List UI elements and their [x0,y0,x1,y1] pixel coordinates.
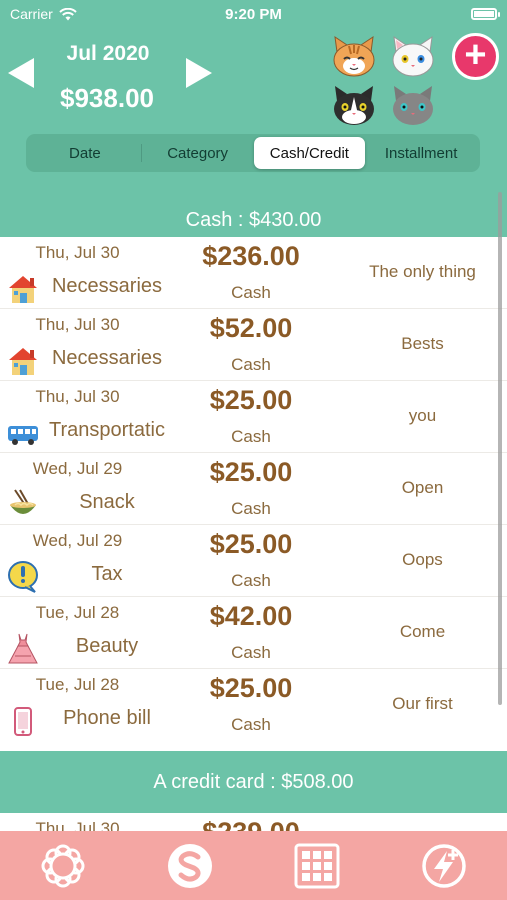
expense-list[interactable]: Cash : $430.00 Thu, Jul 30 Necessaries $… [0,203,507,831]
row-payment-method: Cash [231,499,271,518]
row-category: Transportatic [49,419,165,441]
carrier-label: Carrier [10,6,53,22]
monthly-total: $938.00 [60,83,154,113]
tab-calendar[interactable] [290,839,344,893]
expense-row[interactable]: Thu, Jul 30 Necessaries $236.00 Cash The… [0,237,507,309]
tab-flower[interactable] [36,839,90,893]
next-month-button[interactable] [186,58,212,88]
wifi-icon [59,7,77,20]
bus-icon [8,426,38,445]
lightning-plus-icon [421,843,466,888]
row-category: Phone bill [63,707,151,729]
row-category: Tax [91,563,123,585]
row-amount: $239.00 [180,817,322,831]
view-segmented-control: Date Category Cash/Credit Installment [26,134,480,172]
exclamation-bubble-icon [8,561,38,593]
segment-cash-credit[interactable]: Cash/Credit [253,137,366,169]
row-payment-method: Cash [231,355,271,374]
add-entry-button[interactable]: + [452,33,499,80]
row-category: Snack [79,491,135,513]
battery-icon [471,8,500,20]
row-amount: $25.00 [209,385,293,415]
plus-icon: + [464,34,487,76]
white-cat-icon[interactable] [388,34,438,78]
tab-quick-add[interactable] [417,839,471,893]
row-memo: you [408,406,437,425]
row-payment-method: Cash [231,643,271,662]
row-date: Wed, Jul 29 [32,459,123,478]
segment-category[interactable]: Category [142,137,254,169]
cash-rows: Thu, Jul 30 Necessaries $236.00 Cash The… [0,237,507,741]
tab-bar [0,831,507,900]
cash-group-header: Cash : $430.00 [0,203,507,237]
row-date: Thu, Jul 30 [35,387,120,406]
house-icon [9,276,37,303]
row-amount: $25.00 [209,673,293,703]
expense-row[interactable]: Thu, Jul 30 $239.00 [0,813,507,831]
expense-row[interactable]: Thu, Jul 30 Transportatic $25.00 Cash yo… [0,381,507,453]
row-category: Necessaries [51,275,163,297]
segment-date[interactable]: Date [29,137,141,169]
row-amount: $42.00 [209,601,293,631]
row-amount: $236.00 [202,241,300,271]
noodle-bowl-icon [10,489,36,514]
expense-row[interactable]: Wed, Jul 29 Snack $25.00 Cash Open [0,453,507,525]
credit-rows: Thu, Jul 30 $239.00 [0,813,507,831]
flower-icon [41,844,85,887]
scrollbar[interactable] [498,192,502,705]
row-date: Thu, Jul 30 [35,315,120,334]
row-memo: Bests [401,334,444,353]
row-payment-method: Cash [231,427,271,446]
status-bar: Carrier 9:20 PM [0,0,507,28]
row-memo: Come [399,622,446,641]
row-amount: $25.00 [209,529,293,559]
header: Jul 2020 $938.00 + Date Category Cash/Cr… [0,28,507,203]
row-payment-method: Cash [231,571,271,590]
segment-installment[interactable]: Installment [365,137,477,169]
row-date: Tue, Jul 28 [35,603,120,622]
row-date: Thu, Jul 30 [35,243,120,262]
s-coin-icon [168,843,213,888]
status-left: Carrier [10,6,77,22]
row-payment-method: Cash [231,283,271,302]
phone-icon [14,707,32,736]
row-memo: Our first [392,694,453,713]
expense-row[interactable]: Thu, Jul 30 Necessaries $52.00 Cash Best… [0,309,507,381]
credit-group-header: A credit card : $508.00 [0,751,507,813]
row-date: Tue, Jul 28 [35,675,120,694]
expense-row[interactable]: Wed, Jul 29 Tax $25.00 Cash Oops [0,525,507,597]
dress-icon [8,633,38,664]
expense-row[interactable]: Tue, Jul 28 Phone bill $25.00 Cash Our f… [0,669,507,741]
row-amount: $52.00 [209,313,293,343]
row-memo: The only thing [369,262,476,281]
house-icon [9,348,37,375]
row-memo: Oops [402,550,443,569]
group-spacer [0,741,507,751]
orange-cat-icon[interactable] [329,34,379,78]
row-payment-method: Cash [231,715,271,734]
tab-summary[interactable] [163,839,217,893]
month-label: Jul 2020 [66,42,150,65]
row-category: Necessaries [51,347,163,369]
expense-row[interactable]: Tue, Jul 28 Beauty $42.00 Cash Come [0,597,507,669]
row-category: Beauty [75,635,139,657]
previous-month-button[interactable] [8,58,34,88]
row-date: Wed, Jul 29 [32,531,123,550]
row-memo: Open [401,478,444,497]
gray-cat-icon[interactable] [388,83,438,127]
row-date: Thu, Jul 30 [35,819,120,831]
black-cat-icon[interactable] [329,83,379,127]
calendar-grid-icon [294,843,340,888]
row-amount: $25.00 [209,457,293,487]
battery-level [474,11,494,17]
